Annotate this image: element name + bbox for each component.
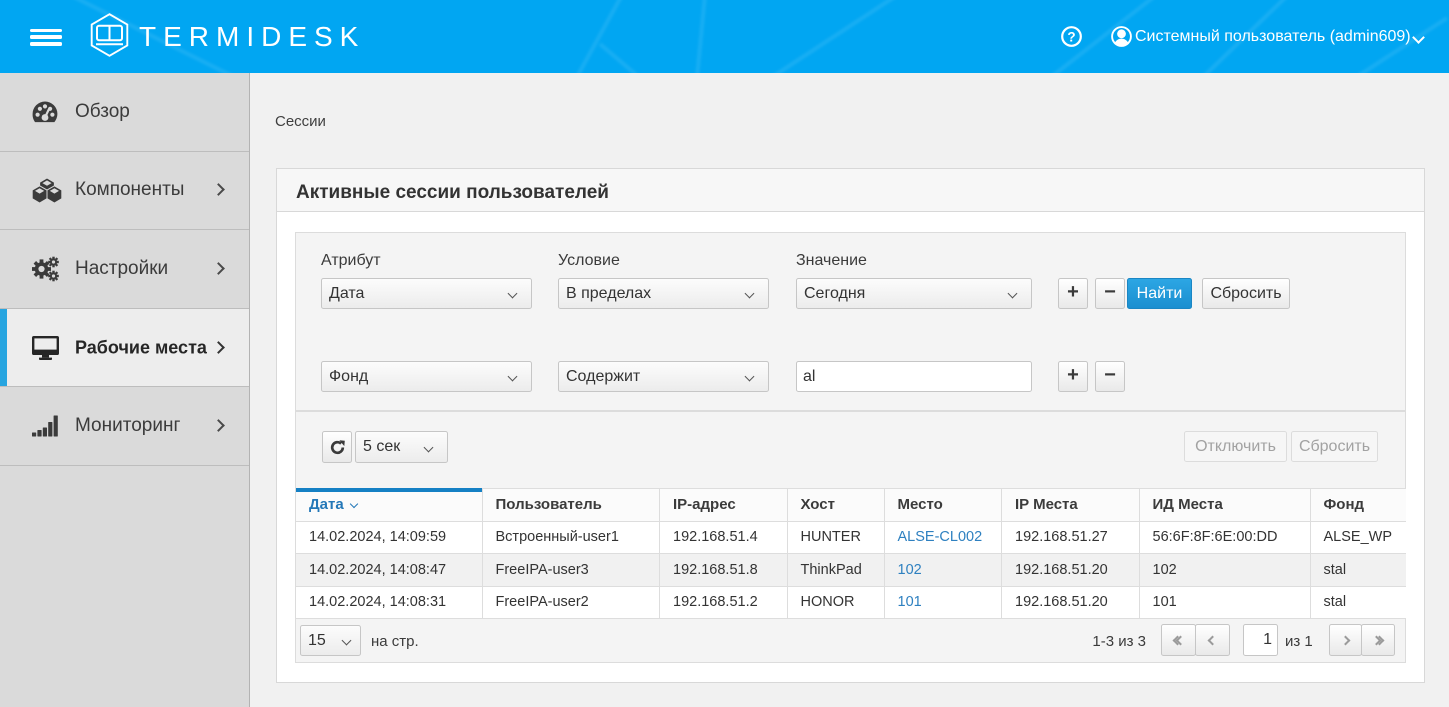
svg-text:?: ? — [1067, 29, 1075, 44]
